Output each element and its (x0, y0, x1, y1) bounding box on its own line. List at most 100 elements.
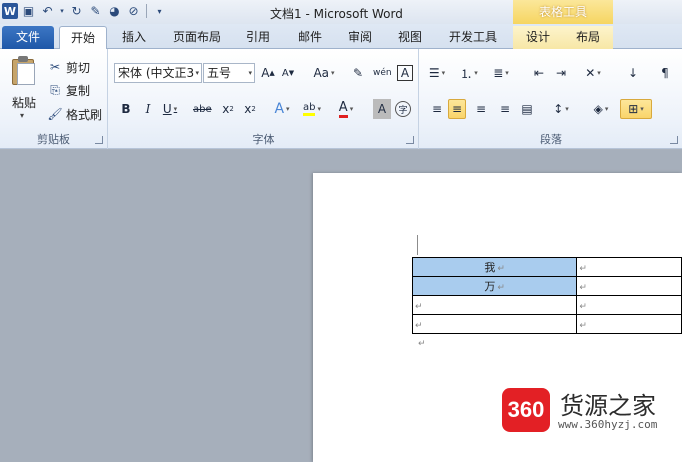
undo-icon[interactable]: ↶ (39, 2, 56, 20)
numbering-icon[interactable]: ⒈ (460, 63, 478, 83)
table-cell[interactable]: ↵ (576, 295, 682, 315)
clipboard-launcher-icon[interactable] (95, 136, 103, 144)
font-size-value: 五号 (207, 66, 232, 80)
cut-button[interactable]: ✂ 剪切 (48, 57, 90, 77)
align-right-icon[interactable]: ≡ (472, 99, 490, 119)
font-color-icon[interactable]: A (337, 99, 355, 119)
bullets-icon[interactable]: ☰ (428, 63, 446, 83)
cell-end-mark: ↵ (415, 320, 423, 331)
paragraph-launcher-icon[interactable] (670, 136, 678, 144)
context-tab-group-title: 表格工具 (513, 0, 613, 24)
customize-icon[interactable]: ▾ (151, 2, 168, 20)
font-size-select[interactable]: 五号 ▾ (203, 63, 255, 83)
show-marks-icon[interactable]: ¶ (656, 63, 674, 83)
save-icon[interactable]: ▣ (20, 2, 37, 20)
table-row: ↵ ↵ (411, 314, 682, 334)
italic-icon[interactable]: I (139, 99, 157, 119)
quick-access-toolbar: W ▣ ↶ ▾ ↻ ✎ ◕ ⊘ ▾ (2, 2, 168, 20)
format-painter-button[interactable]: 🖌 格式刷 (47, 104, 102, 124)
watermark-name: 货源之家 (560, 392, 656, 420)
table-cell[interactable]: 我 ↵ (411, 257, 578, 277)
ribbon: 粘贴 ▾ ✂ 剪切 ⎘ 复制 🖌 格式刷 剪贴板 宋体 (中文正3 ▾ 五号 ▾… (0, 49, 682, 149)
cell-end-mark: ↵ (497, 264, 505, 274)
format-painter-icon[interactable]: ✎ (87, 2, 104, 20)
change-case-icon[interactable]: Aa (309, 63, 339, 83)
table-cell[interactable]: ↵ (576, 314, 682, 334)
shading-icon[interactable]: ◈ (592, 99, 610, 119)
highlight-icon[interactable]: ab (303, 99, 321, 119)
title-bar: W ▣ ↶ ▾ ↻ ✎ ◕ ⊘ ▾ 文档1 - Microsoft Word 表… (0, 0, 682, 24)
tab-table-design[interactable]: 设计 (513, 26, 563, 49)
clear-format-icon[interactable]: ✎ (349, 63, 367, 83)
shrink-font-icon[interactable]: A ▼ (279, 63, 297, 83)
tab-references[interactable]: 引用 (238, 26, 278, 49)
copy-icon: ⎘ (50, 82, 60, 97)
chinese-layout-icon[interactable]: ✕ (584, 63, 602, 83)
table-cell[interactable]: ↵ (411, 314, 578, 334)
font-group-label: 字体 (252, 133, 275, 146)
superscript-icon[interactable]: x2 (241, 99, 259, 119)
tab-review[interactable]: 审阅 (340, 26, 380, 49)
subscript-icon[interactable]: x2 (219, 99, 237, 119)
word-logo-icon[interactable]: W (2, 3, 18, 19)
align-center-icon[interactable]: ≡ (448, 99, 466, 119)
table-cell[interactable]: 万 ↵ (411, 276, 578, 296)
char-shading-icon[interactable]: A (373, 99, 391, 119)
sort-icon[interactable]: ↓ (624, 63, 642, 83)
paragraph-group: ☰ ⒈ ≣ ⇤ ⇥ ✕ ↓ ¶ ≡ ≡ ≡ ≡ ▤ ↕ ◈ ⊞ 段落 (420, 49, 682, 149)
bold-icon[interactable]: B (117, 99, 135, 119)
table-cell[interactable]: ↵ (576, 276, 682, 296)
cell-end-mark: ↵ (415, 301, 423, 312)
phonetic-guide-icon[interactable]: wén (373, 63, 392, 83)
cell-text: 我 (484, 261, 496, 274)
tab-file[interactable]: 文件 (2, 26, 54, 49)
cell-text: 万 (484, 280, 496, 293)
copy-button[interactable]: ⎘ 复制 (48, 80, 90, 100)
cell-end-mark: ↵ (579, 282, 587, 293)
paste-icon[interactable] (10, 55, 38, 87)
table-cell[interactable]: ↵ (576, 257, 682, 277)
decrease-indent-icon[interactable]: ⇤ (530, 63, 548, 83)
undo-dropdown-icon[interactable]: ▾ (58, 2, 66, 20)
tab-developer[interactable]: 开发工具 (440, 26, 506, 49)
redo-icon[interactable]: ↻ (68, 2, 85, 20)
copy-label: 复制 (66, 83, 91, 98)
distribute-icon[interactable]: ▤ (518, 99, 536, 119)
char-border-icon[interactable]: A (397, 65, 413, 81)
paste-dropdown-icon[interactable]: ▾ (20, 111, 24, 120)
align-left-icon[interactable]: ≡ (428, 99, 446, 119)
line-spacing-icon[interactable]: ↕ (552, 99, 570, 119)
tab-mailings[interactable]: 邮件 (290, 26, 330, 49)
justify-icon[interactable]: ≡ (496, 99, 514, 119)
tab-insert[interactable]: 插入 (114, 26, 154, 49)
enclose-char-icon[interactable]: 字 (395, 101, 411, 117)
text-effects-icon[interactable]: A (273, 99, 291, 119)
paragraph-mark: ↵ (418, 339, 426, 349)
table-cell[interactable]: ↵ (411, 295, 578, 315)
font-launcher-icon[interactable] (406, 136, 414, 144)
cut-label: 剪切 (66, 60, 91, 75)
font-name-select[interactable]: 宋体 (中文正3 ▾ (114, 63, 202, 83)
borders-icon[interactable]: ⊞ (620, 99, 652, 119)
paste-button[interactable]: 粘贴 (12, 94, 36, 111)
grow-font-icon[interactable]: A ▲ (259, 63, 277, 83)
cell-end-mark: ↵ (579, 320, 587, 331)
clipboard-clip (18, 56, 28, 62)
clipboard-paper (17, 63, 35, 85)
margin-corner-mark (417, 235, 418, 255)
table-row: ↵ ↵ (411, 295, 682, 315)
clear-icon[interactable]: ⊘ (125, 2, 142, 20)
color-icon[interactable]: ◕ (106, 2, 123, 20)
tab-page-layout[interactable]: 页面布局 (166, 26, 228, 49)
tab-table-layout[interactable]: 布局 (563, 26, 613, 49)
underline-icon[interactable]: U (161, 99, 179, 119)
clipboard-group-label: 剪贴板 (37, 133, 70, 146)
tab-home[interactable]: 开始 (59, 26, 107, 50)
multilevel-list-icon[interactable]: ≣ (492, 63, 510, 83)
paragraph-group-label: 段落 (540, 133, 562, 146)
increase-indent-icon[interactable]: ⇥ (552, 63, 570, 83)
document-table[interactable]: 我 ↵ ↵ 万 ↵ ↵ ↵ ↵ ↵ ↵ (411, 257, 682, 334)
tab-view[interactable]: 视图 (390, 26, 430, 49)
strikethrough-icon[interactable]: abe (193, 99, 212, 119)
font-group: 宋体 (中文正3 ▾ 五号 ▾ A▲ A▼ Aa ✎ wén A B I U a… (109, 49, 419, 149)
